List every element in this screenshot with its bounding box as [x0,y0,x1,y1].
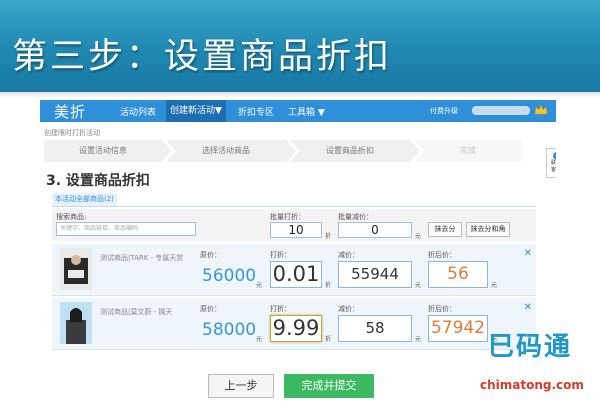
crown-icon [534,104,548,115]
discount-input[interactable]: 0.01 [270,261,322,288]
section-title: 3. 设置商品折扣 [46,173,150,189]
top-nav: 美折 活动列表 创建新活动▼ 折扣专区 工具箱 ▼ 付费升级 [40,100,556,122]
step-indicator: 设置活动信息 选择活动商品 设置商品折扣 完成 [44,140,540,162]
watermark-logo-text: 巳码通 [488,332,573,362]
product-name[interactable]: 测试商品|TARK - 专属天赏 [100,252,190,264]
step-arrow [286,140,296,162]
remove-product-icon[interactable]: ✕ [524,248,532,259]
step-arrow [410,140,420,162]
final-price-label: 折后价： [428,305,456,313]
original-price-label: 原价： [200,305,221,313]
watermark-url: chimatong.com [480,378,584,392]
original-price: 56000 [202,266,257,286]
step-3: 设置商品折扣 [290,140,420,162]
chat-icon [553,152,556,160]
yuan-unit: 元 [256,336,263,343]
product-image-icon [60,248,92,290]
yuan-unit: 元 [415,282,422,289]
discount-label: 打折： [270,305,291,313]
discount-label: 打折： [270,251,291,259]
tab-divider [52,206,536,207]
nav-item-activity-list[interactable]: 活动列表 [120,105,156,118]
original-price: 58000 [202,320,257,340]
user-name[interactable] [472,106,530,115]
step-label: 选择活动商品 [202,146,250,155]
app-logo[interactable]: 美折 [54,101,86,122]
step-arrow [162,140,172,162]
round-off-fen-jiao-button[interactable]: 抹去分和角 [466,222,510,237]
discount-unit: 折 [325,282,332,289]
nav-item-toolbox[interactable]: 工具箱 ▼ [288,105,325,118]
final-price-label: 折后价： [428,251,456,259]
final-price-input[interactable]: 56 [428,261,488,288]
step-1: 设置活动信息 [44,140,172,162]
filter-bar: 搜索商品: 关键字、商品链接、商品编码 批量打折： 10 折 批量减价： 0 元… [52,209,536,241]
batch-reduce-label: 批量减价： [338,213,373,221]
original-price-label: 原价： [200,251,221,259]
step-label: 完成 [460,146,476,155]
step-2: 选择活动商品 [166,140,296,162]
banner-shadow [0,92,600,98]
discount-unit: 折 [325,233,332,240]
reduce-input[interactable]: 55944 [338,261,412,288]
previous-step-button[interactable]: 上一步 [208,374,274,398]
discount-input[interactable]: 9.99 [270,315,322,342]
search-label: 搜索商品: [56,213,87,221]
step-4: 完成 [414,140,522,162]
breadcrumb: 创建限时打折活动 [44,129,100,137]
page-banner: 第三步：设置商品折扣 [0,0,600,92]
contact-label-2: 客服 [550,167,556,173]
nav-item-discount-zone[interactable]: 折扣专区 [238,105,274,118]
step-label: 设置活动信息 [79,146,127,155]
upgrade-link[interactable]: 付费升级 [430,106,458,116]
yuan-unit: 元 [491,282,498,289]
yuan-unit: 元 [415,233,422,240]
round-off-fen-button[interactable]: 抹去分 [428,222,462,237]
batch-discount-label: 批量打折： [270,213,305,221]
yuan-unit: 元 [415,336,422,343]
reduce-input[interactable]: 58 [338,315,412,342]
discount-unit: 折 [325,336,332,343]
product-thumbnail[interactable] [60,248,92,290]
step-label: 设置商品折扣 [326,146,374,155]
reduce-label: 减价： [338,251,359,259]
reduce-label: 减价： [338,305,359,313]
search-input[interactable]: 关键字、商品链接、商品编码 [56,222,196,236]
nav-item-create-activity[interactable]: 创建新活动▼ [166,100,226,122]
yuan-unit: 元 [256,282,263,289]
tab-all-products[interactable]: 本活动全部商品(2) [52,193,117,206]
product-row: 测试商品|TARK - 专属天赏 原价： 56000 元 打折： 0.01 折 … [52,244,536,296]
product-name[interactable]: 测试商品|莫文蔚 - 拥天 [100,306,190,318]
product-row: 测试商品|莫文蔚 - 拥天 原价： 58000 元 打折： 9.99 折 减价：… [52,298,536,350]
product-image-icon [60,302,92,344]
submit-button[interactable]: 完成并提交 [284,374,374,398]
batch-discount-input[interactable]: 10 [270,222,322,238]
watermark: 巳码通 chimatong.com [466,326,598,406]
batch-reduce-input[interactable]: 0 [338,222,412,238]
banner-title: 第三步：设置商品折扣 [12,37,393,77]
contact-label-1: 联系 [550,160,556,166]
contact-support-button[interactable]: 联系 客服 [546,148,556,178]
product-thumbnail[interactable] [60,302,92,344]
remove-product-icon[interactable]: ✕ [524,302,532,313]
